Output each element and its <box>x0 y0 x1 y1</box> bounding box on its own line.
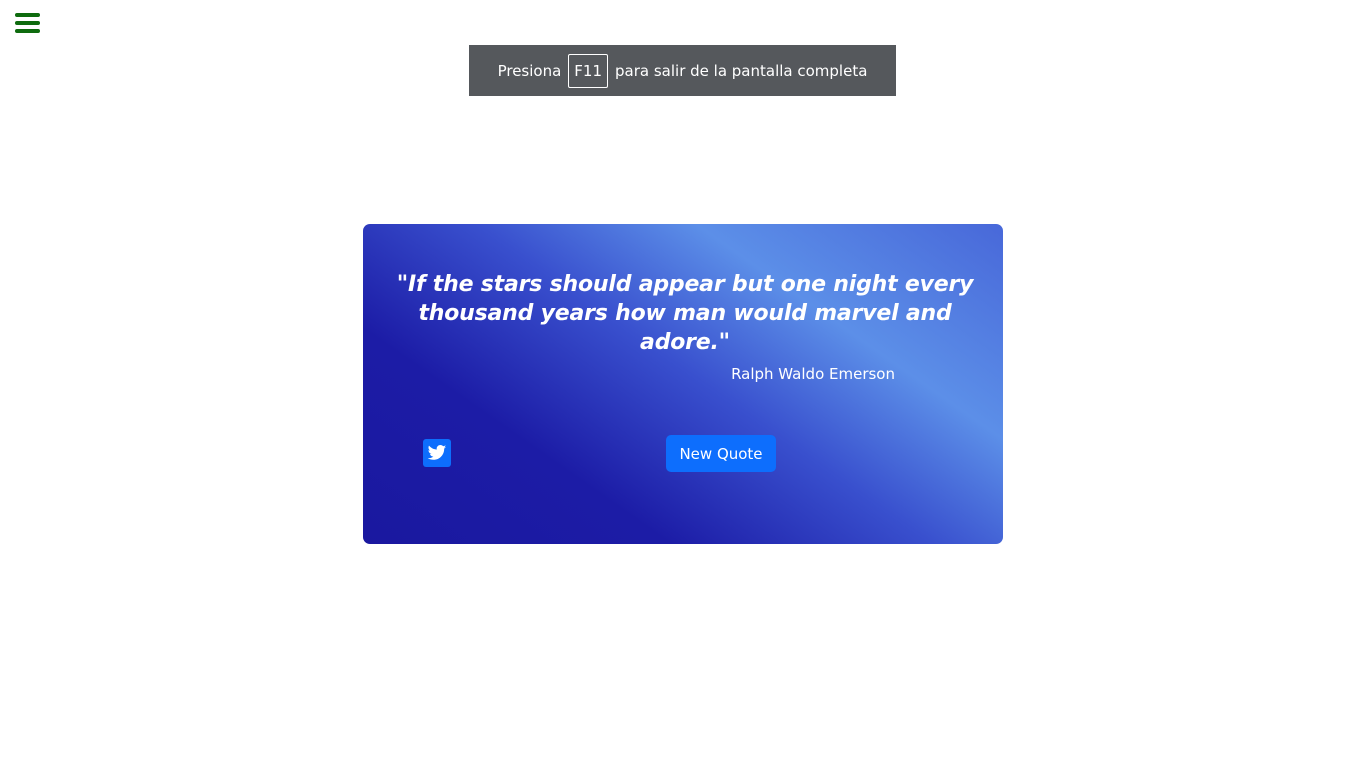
new-quote-button[interactable]: New Quote <box>666 435 776 472</box>
quote-card: "If the stars should appear but one nigh… <box>363 224 1003 544</box>
fullscreen-notice-suffix: para salir de la pantalla completa <box>615 61 868 80</box>
hamburger-line <box>15 21 40 25</box>
hamburger-line <box>15 13 40 17</box>
tweet-quote-button[interactable] <box>423 439 451 467</box>
hamburger-menu-icon[interactable] <box>15 13 40 34</box>
twitter-icon <box>427 445 447 460</box>
fullscreen-exit-notice: Presiona F11 para salir de la pantalla c… <box>469 45 896 96</box>
quote-author: Ralph Waldo Emerson <box>731 365 895 383</box>
f11-key-badge: F11 <box>568 53 609 88</box>
hamburger-line <box>15 29 40 33</box>
fullscreen-notice-prefix: Presiona <box>497 61 562 80</box>
quote-text: "If the stars should appear but one nigh… <box>396 272 974 355</box>
